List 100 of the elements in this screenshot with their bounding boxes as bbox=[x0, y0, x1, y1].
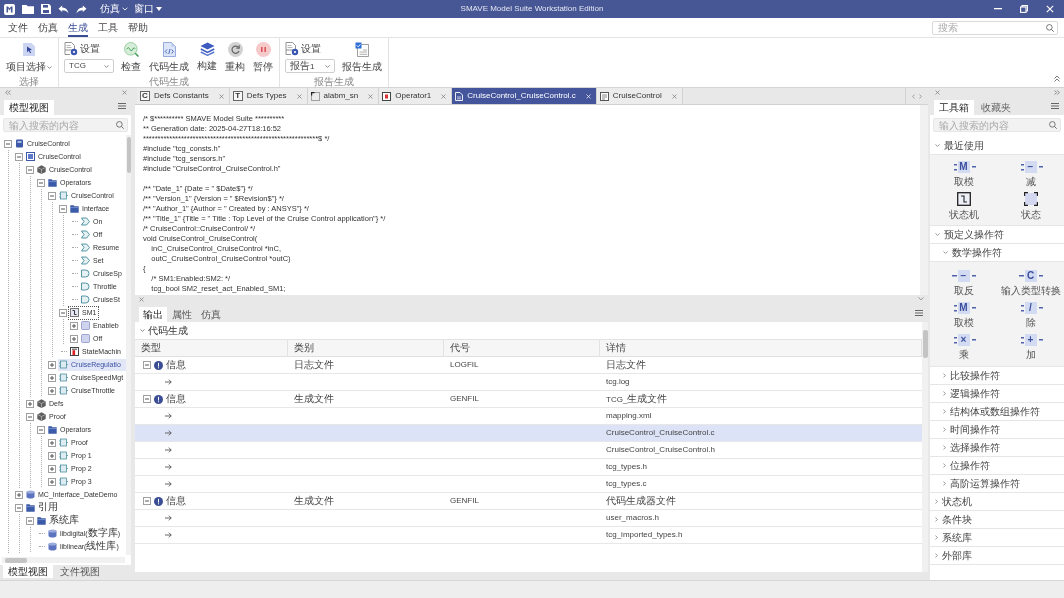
collapse-toggle-icon[interactable] bbox=[26, 516, 34, 525]
expand-toggle-icon[interactable] bbox=[48, 373, 56, 382]
search-field[interactable]: 输入搜索的内容 bbox=[3, 118, 128, 132]
collapse-toggle-icon[interactable] bbox=[143, 497, 151, 505]
section-header[interactable]: 结构体或数组操作符 bbox=[930, 403, 1064, 421]
menu-icon[interactable] bbox=[118, 103, 126, 109]
menu-icon[interactable] bbox=[1051, 103, 1059, 109]
expand-toggle-icon[interactable] bbox=[15, 490, 23, 499]
search-icon[interactable] bbox=[1049, 121, 1057, 129]
expand-toggle-icon[interactable] bbox=[48, 360, 56, 369]
table-row[interactable]: 信息 生成文件 GENFIL TCG_生成文件 bbox=[135, 391, 922, 408]
section-header[interactable]: 外部库 bbox=[930, 547, 1064, 565]
editor-tab[interactable]: CruiseControl bbox=[596, 88, 683, 104]
table-row[interactable]: CruiseControl_CruiseControl.c bbox=[135, 425, 922, 442]
menu-icon[interactable] bbox=[915, 309, 923, 316]
panel-tab[interactable]: 模型视图 bbox=[4, 100, 54, 115]
toolbar-button[interactable]: 构建 bbox=[196, 41, 218, 72]
panel-tab[interactable]: 仿真 bbox=[197, 307, 225, 322]
quick-menu-button[interactable]: 仿真 bbox=[99, 3, 129, 15]
folder-icon[interactable] bbox=[22, 4, 34, 14]
expand-toggle-icon[interactable] bbox=[70, 334, 78, 343]
settings-button[interactable]: 设置 bbox=[285, 42, 335, 56]
editor-tab[interactable]: T Defs Types bbox=[229, 88, 308, 104]
toolbox-item[interactable]: 状态 bbox=[1020, 192, 1041, 221]
toolbox-item[interactable]: / 除 bbox=[1017, 302, 1044, 329]
editor-tab[interactable]: C Defs Constants bbox=[137, 88, 230, 104]
restore-icon[interactable] bbox=[1020, 5, 1028, 13]
search-field[interactable]: 输入搜索的内容 bbox=[933, 118, 1061, 132]
collapse-toggle-icon[interactable] bbox=[4, 139, 12, 148]
editor-tab[interactable]: alabm_sn bbox=[307, 88, 380, 104]
redo-icon[interactable] bbox=[76, 4, 87, 14]
section-header[interactable]: 选择操作符 bbox=[930, 439, 1064, 457]
collapse-toggle-icon[interactable] bbox=[143, 361, 151, 369]
toolbar-button[interactable]: 报告生成 bbox=[341, 41, 383, 73]
scrollbar-thumb[interactable] bbox=[5, 558, 27, 563]
double-chevron-left-icon[interactable] bbox=[5, 90, 11, 95]
collapse-toggle-icon[interactable] bbox=[59, 308, 67, 317]
minimize-icon[interactable] bbox=[994, 8, 1002, 10]
app-logo-icon[interactable] bbox=[4, 3, 15, 15]
table-row[interactable]: 信息 日志文件 LOGFIL 日志文件 bbox=[135, 357, 922, 374]
panel-tab[interactable]: 收藏夹 bbox=[976, 100, 1016, 115]
toolbar-button[interactable]: 代码生成 bbox=[148, 41, 190, 73]
tree-item[interactable]: 引用 bbox=[25, 501, 60, 514]
search-icon[interactable] bbox=[1046, 23, 1054, 32]
undo-icon[interactable] bbox=[58, 4, 69, 14]
editor-tab[interactable]: CruiseControl_CruiseControl.c bbox=[452, 88, 597, 104]
toolbar-button[interactable]: 检查 bbox=[120, 41, 142, 73]
toolbox-item[interactable]: C 输入类型转换 bbox=[1000, 270, 1061, 297]
table-row[interactable]: 信息 生成文件 GENFIL 代码生成器文件 bbox=[135, 493, 922, 510]
toolbar-button[interactable]: 重构 bbox=[224, 41, 246, 73]
collapse-toggle-icon[interactable] bbox=[37, 178, 45, 187]
menu-item[interactable]: 帮助 bbox=[123, 18, 153, 37]
search-icon[interactable] bbox=[116, 121, 124, 129]
editor-tab[interactable]: Operator1 bbox=[379, 88, 453, 104]
section-header[interactable]: 预定义操作符 bbox=[930, 226, 1064, 244]
section-header[interactable]: 数学操作符 bbox=[930, 244, 1064, 262]
collapse-toggle-icon[interactable] bbox=[15, 152, 23, 161]
double-chevron-right-icon[interactable] bbox=[1054, 90, 1060, 95]
collapse-toggle-icon[interactable] bbox=[26, 412, 34, 421]
section-header[interactable]: 条件块 bbox=[930, 511, 1064, 529]
expand-toggle-icon[interactable] bbox=[70, 321, 78, 330]
select-field[interactable]: 报告1 bbox=[285, 59, 335, 73]
menu-item[interactable]: 文件 bbox=[3, 18, 33, 37]
save-icon[interactable] bbox=[41, 4, 51, 14]
panel-tab[interactable]: 输出 bbox=[139, 307, 167, 322]
expand-toggle-icon[interactable] bbox=[48, 438, 56, 447]
panel-tab[interactable]: 模型视图 bbox=[3, 565, 53, 578]
expand-toggle-icon[interactable] bbox=[48, 464, 56, 473]
toolbox-item[interactable]: + 加 bbox=[1017, 334, 1044, 361]
scrollbar-thumb[interactable] bbox=[923, 330, 928, 358]
chevron-left-icon[interactable] bbox=[912, 93, 915, 99]
toolbox-item[interactable]: M 取模 bbox=[950, 302, 977, 329]
section-header[interactable]: 逻辑操作符 bbox=[930, 385, 1064, 403]
expand-toggle-icon[interactable] bbox=[48, 451, 56, 460]
toolbar-button[interactable]: 暂停 bbox=[252, 41, 274, 73]
toolbox-item[interactable]: 状态机 bbox=[948, 192, 979, 221]
quick-menu-button[interactable]: 窗口 bbox=[133, 3, 163, 15]
dropdown-button[interactable]: 项目选择 bbox=[5, 41, 53, 73]
menu-item[interactable]: 仿真 bbox=[33, 18, 63, 37]
tree-item[interactable]: 系统库 bbox=[36, 514, 81, 527]
panel-tab[interactable]: 属性 bbox=[168, 307, 196, 322]
expand-toggle-icon[interactable] bbox=[48, 477, 56, 486]
collapse-toggle-icon[interactable] bbox=[59, 204, 67, 213]
panel-tab[interactable]: 文件视图 bbox=[55, 565, 105, 578]
double-chevron-up-icon[interactable] bbox=[1054, 75, 1060, 82]
collapse-toggle-icon[interactable] bbox=[37, 425, 45, 434]
section-header[interactable]: 系统库 bbox=[930, 529, 1064, 547]
chevron-down-icon[interactable] bbox=[918, 297, 924, 301]
scrollbar-thumb[interactable] bbox=[127, 137, 131, 173]
panel-tab[interactable]: 工具箱 bbox=[934, 100, 974, 115]
search-field[interactable]: 搜索 bbox=[932, 20, 1058, 35]
settings-button[interactable]: 设置 bbox=[64, 42, 114, 56]
expand-toggle-icon[interactable] bbox=[48, 386, 56, 395]
collapse-toggle-icon[interactable] bbox=[143, 395, 151, 403]
section-header[interactable]: 状态机 bbox=[930, 493, 1064, 511]
toolbox-item[interactable]: − 减 bbox=[1017, 161, 1044, 188]
toolbox-item[interactable]: M 取模 bbox=[950, 161, 977, 188]
chevron-right-icon[interactable] bbox=[919, 93, 922, 99]
collapse-toggle-icon[interactable] bbox=[26, 165, 34, 174]
expand-toggle-icon[interactable] bbox=[26, 399, 34, 408]
